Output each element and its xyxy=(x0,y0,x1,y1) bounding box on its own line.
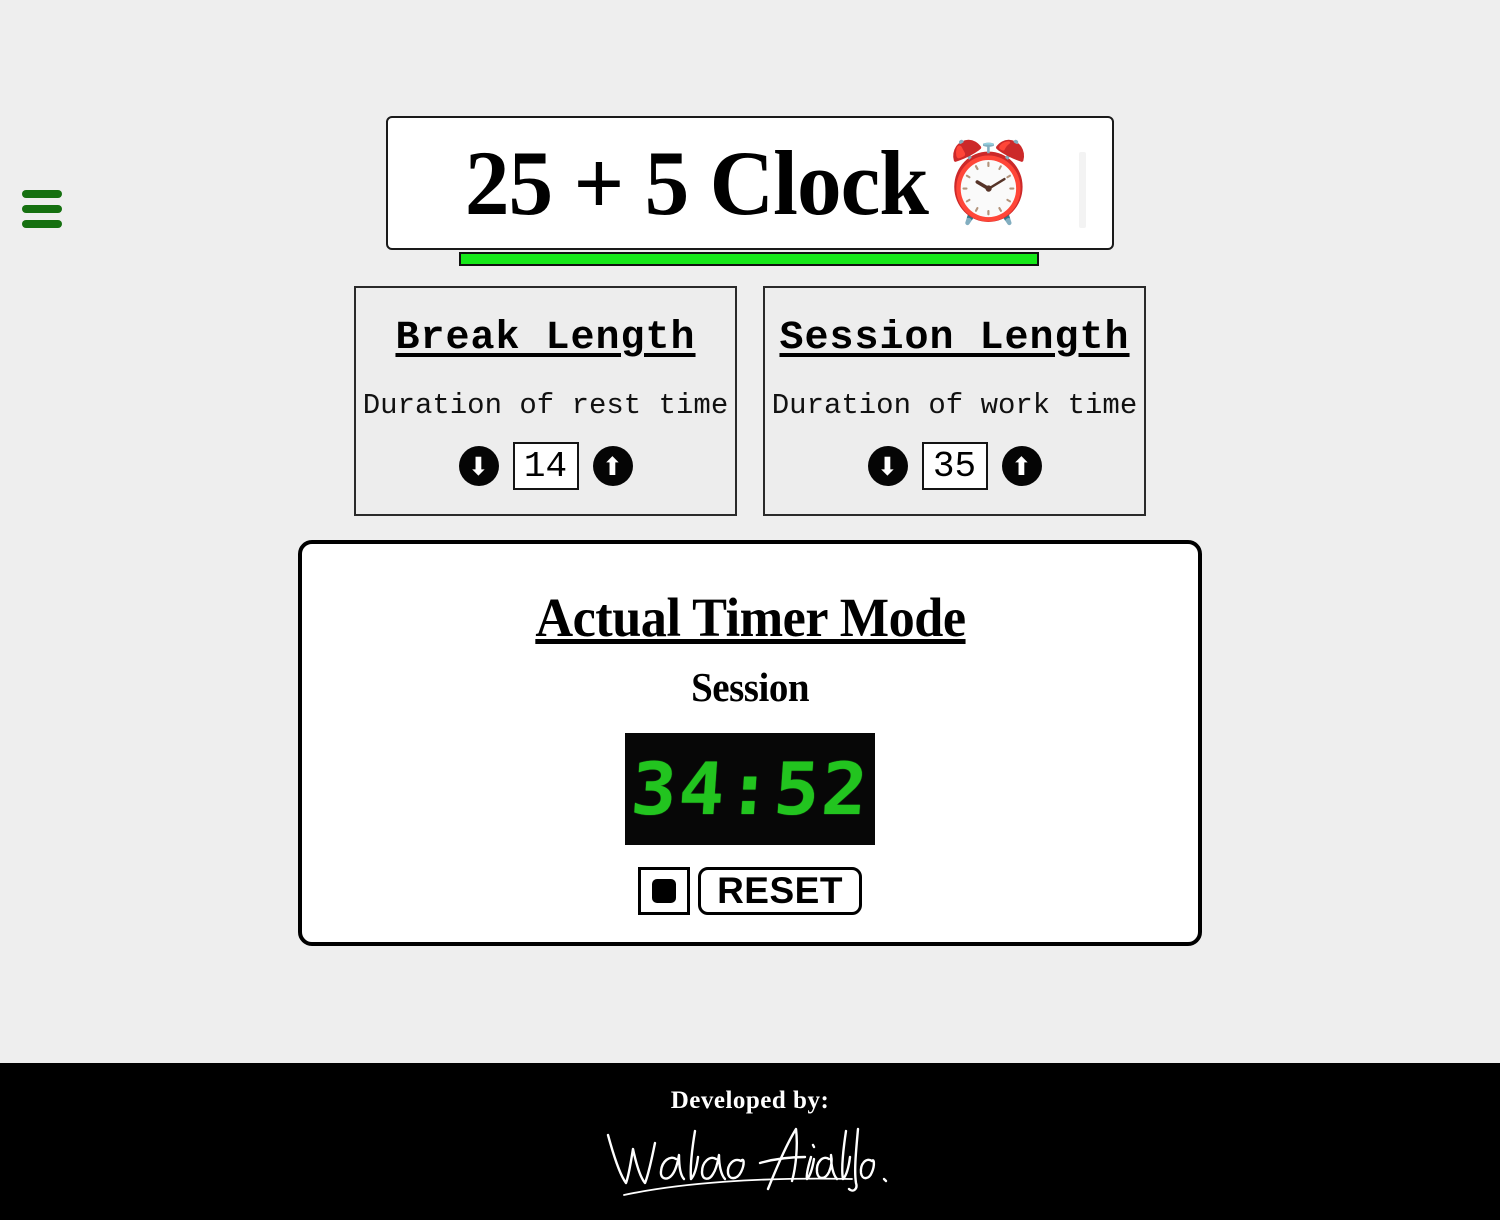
author-signature xyxy=(600,1117,900,1199)
hamburger-menu-icon[interactable] xyxy=(22,186,62,232)
hamburger-bar-1 xyxy=(22,190,62,198)
break-length-panel: Break Length Duration of rest time ⬇ 14 … xyxy=(354,286,737,516)
session-length-title: Session Length xyxy=(779,316,1130,361)
break-length-description: Duration of rest time xyxy=(362,389,729,422)
header: 25 + 5 Clock ⏰ xyxy=(386,116,1114,266)
break-increment-button[interactable]: ⬆ xyxy=(592,446,633,486)
hamburger-bar-2 xyxy=(22,205,62,213)
alarm-clock-icon: ⏰ xyxy=(941,139,1036,226)
session-length-value[interactable]: 35 xyxy=(921,442,988,490)
break-decrement-button[interactable]: ⬇ xyxy=(458,446,499,486)
footer: Developed by: xyxy=(0,1063,1500,1220)
developed-by-label: Developed by: xyxy=(670,1087,830,1114)
break-length-value[interactable]: 14 xyxy=(512,442,579,490)
session-length-panel: Session Length Duration of work time ⬇ 3… xyxy=(763,286,1146,516)
page-title: 25 + 5 Clock ⏰ xyxy=(465,132,1036,234)
text-caret xyxy=(1079,152,1086,228)
reset-button[interactable]: RESET xyxy=(698,867,862,915)
break-length-title: Break Length xyxy=(395,316,696,361)
hamburger-bar-3 xyxy=(22,220,62,228)
page-title-text: 25 + 5 Clock xyxy=(465,132,929,234)
stop-icon xyxy=(652,879,677,903)
session-decrement-button[interactable]: ⬇ xyxy=(867,446,908,486)
session-length-stepper: ⬇ 35 ⬆ xyxy=(867,442,1042,490)
timer-display: 34:52 xyxy=(625,733,875,845)
session-increment-button[interactable]: ⬆ xyxy=(1001,446,1042,486)
header-box: 25 + 5 Clock ⏰ xyxy=(386,116,1114,250)
timer-mode-label: Session xyxy=(691,664,809,710)
timer-card: Actual Timer Mode Session 34:52 RESET xyxy=(298,540,1202,946)
break-length-stepper: ⬇ 14 ⬆ xyxy=(458,442,633,490)
timer-controls: RESET xyxy=(638,867,862,915)
timer-mode-title: Actual Timer Mode xyxy=(534,587,966,648)
session-length-description: Duration of work time xyxy=(771,389,1138,422)
green-accent-bar xyxy=(459,252,1039,266)
stop-button[interactable] xyxy=(638,867,691,915)
timer-display-value: 34:52 xyxy=(628,747,872,831)
length-panels: Break Length Duration of rest time ⬇ 14 … xyxy=(354,286,1146,516)
